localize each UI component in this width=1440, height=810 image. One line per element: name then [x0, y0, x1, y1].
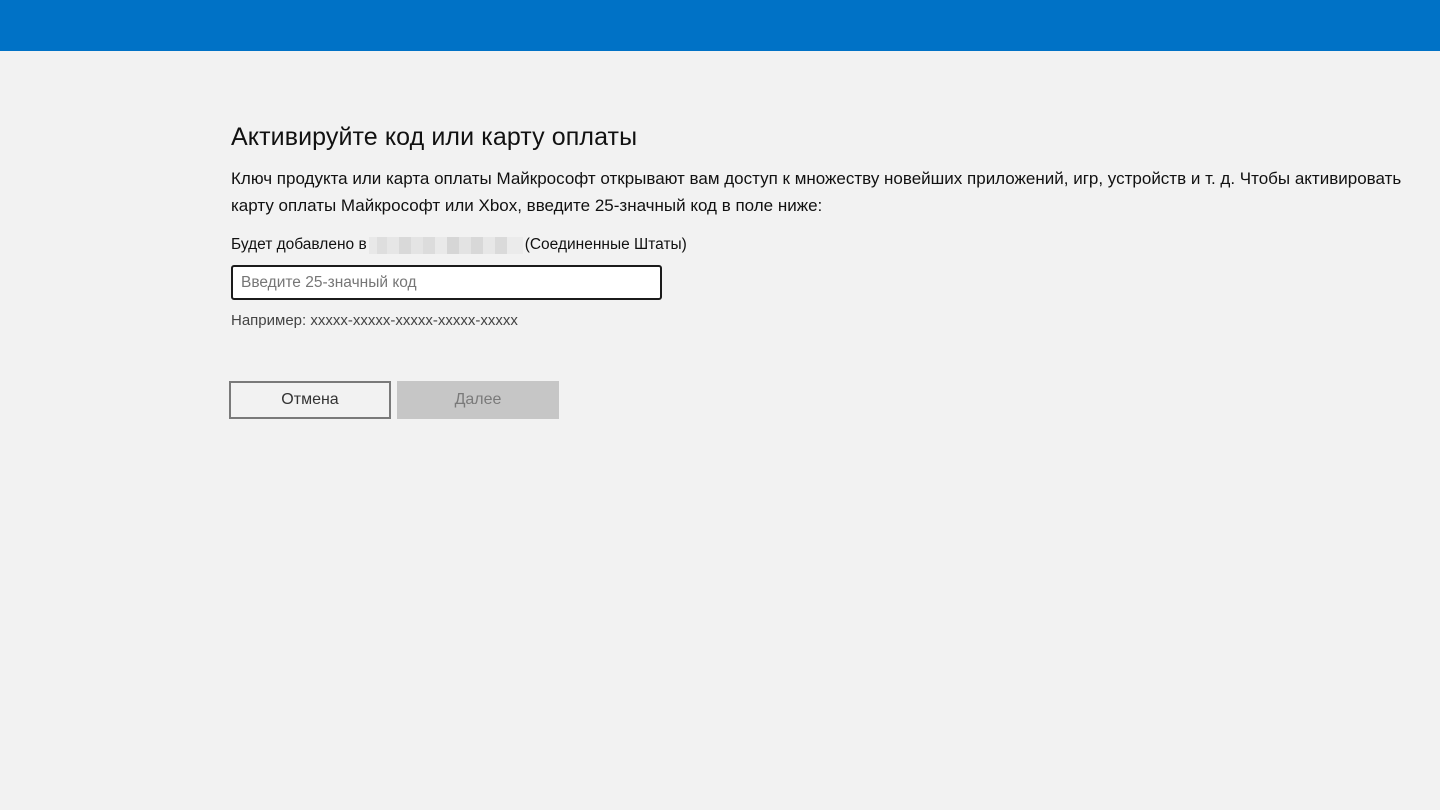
description-text: Ключ продукта или карта оплаты Майкрософ…	[231, 169, 1402, 215]
action-buttons: Отмена Далее	[229, 381, 559, 419]
account-region-label: (Соединенные Штаты)	[524, 236, 687, 253]
masked-account-email	[368, 236, 523, 254]
code-input[interactable]	[231, 265, 662, 300]
account-prefix-label: Будет добавлено в	[231, 236, 367, 253]
top-header-bar	[0, 0, 1440, 51]
page-title: Активируйте код или карту оплаты	[231, 123, 638, 151]
example-hint: Например: xxxxx-xxxxx-xxxxx-xxxxx-xxxxx	[231, 312, 518, 329]
redeem-code-panel: Активируйте код или карту оплаты Ключ пр…	[231, 118, 1421, 332]
account-line: Будет добавлено в (Соединенные Штаты)	[231, 234, 1421, 256]
next-button[interactable]: Далее	[397, 381, 559, 419]
cancel-button[interactable]: Отмена	[229, 381, 391, 419]
